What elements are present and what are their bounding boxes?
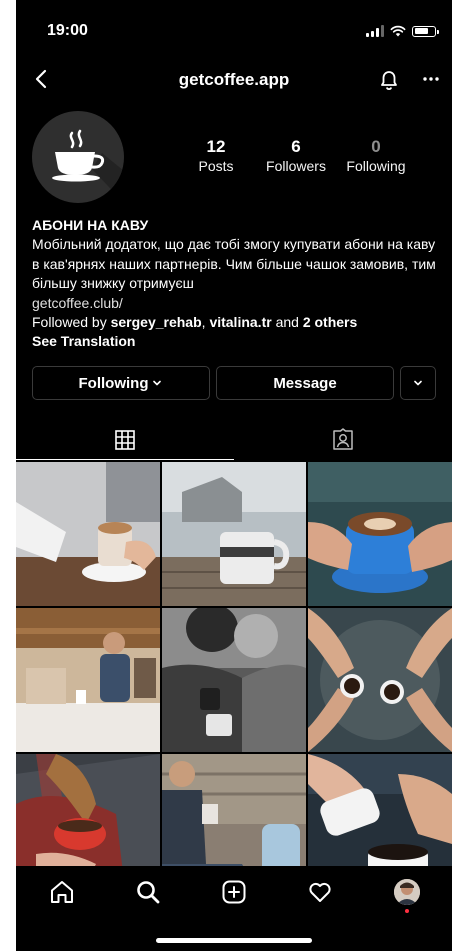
more-horizontal-icon[interactable] [418,66,444,92]
stat-label: Posts [198,158,234,174]
follower-user-2[interactable]: vitalina.tr [209,314,271,330]
signal-icon [366,25,384,37]
post-thumbnail[interactable] [308,462,452,606]
stat-value: 12 [206,137,226,156]
bell-icon[interactable] [376,66,402,92]
add-post-icon[interactable] [220,878,248,906]
status-icons [366,25,439,37]
home-indicator [156,938,312,943]
post-thumbnail[interactable] [308,754,452,872]
followed-by-prefix: Followed by [32,314,111,331]
grid-icon [115,429,135,450]
profile-avatar[interactable] [32,111,124,203]
followed-by[interactable]: Followed by sergey_rehab, vitalina.tr an… [32,314,357,330]
see-translation-link[interactable]: See Translation [32,332,442,351]
post-thumbnail[interactable] [308,608,452,752]
profile-tab-avatar[interactable] [394,879,420,905]
bio-text: Мобільний додаток, що дає тобі змогу куп… [32,236,436,292]
stat-label: Followers [266,158,326,174]
following-button[interactable]: Following [32,366,210,400]
stat-label: Following [346,158,406,174]
follower-others[interactable]: 2 others [303,314,357,330]
chevron-down-icon [153,380,162,386]
app-screen: 19:00 getcoffee.app 12 Posts 6 Followers… [16,0,452,951]
posts-grid [16,462,452,872]
stat-followers[interactable]: 6 Followers [256,137,336,175]
post-thumbnail[interactable] [162,608,306,752]
following-button-label: Following [78,374,149,392]
notification-dot [405,909,409,913]
stat-posts[interactable]: 12 Posts [176,137,256,175]
profile-actions: Following Message [32,366,436,402]
post-thumbnail[interactable] [162,754,306,872]
website-link[interactable]: getcoffee.club/ [32,294,442,313]
stat-value: 0 [371,137,381,156]
message-button-label: Message [273,374,337,392]
post-thumbnail[interactable] [16,462,160,606]
profile-stats: 12 Posts 6 Followers 0 Following [176,137,416,175]
coffee-cup-logo [52,129,124,203]
search-icon[interactable] [134,878,162,906]
profile-bio: АБОНИ НА КАВУ Мобільний додаток, що дає … [32,216,442,352]
tab-tagged[interactable] [234,420,452,460]
post-thumbnail[interactable] [16,754,160,872]
chevron-down-icon [414,380,422,386]
tagged-person-icon [333,428,353,450]
profile-tabs [16,420,452,460]
tab-posts-grid[interactable] [16,420,234,460]
followed-by-and: and [271,314,303,331]
wifi-icon [390,25,406,37]
bottom-tab-bar [16,866,452,918]
home-icon[interactable] [48,878,76,906]
stat-value: 6 [291,137,301,156]
profile-name: АБОНИ НА КАВУ [32,217,149,233]
status-bar: 19:00 [16,22,452,46]
stat-following[interactable]: 0 Following [336,137,416,175]
heart-icon[interactable] [306,878,334,906]
status-time: 19:00 [47,22,88,39]
suggested-accounts-button[interactable] [400,366,436,400]
message-button[interactable]: Message [216,366,394,400]
follower-user-1[interactable]: sergey_rehab [111,314,202,330]
post-thumbnail[interactable] [162,462,306,606]
post-thumbnail[interactable] [16,608,160,752]
nav-bar: getcoffee.app [16,62,452,98]
battery-icon [412,25,439,37]
